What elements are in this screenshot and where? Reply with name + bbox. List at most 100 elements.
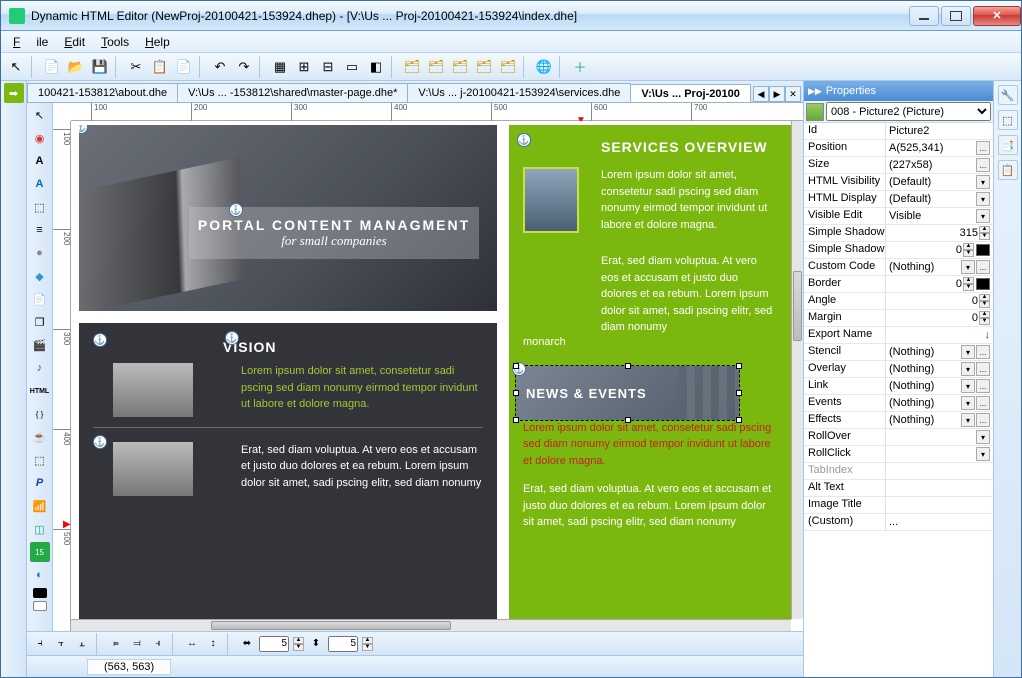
layer3-icon[interactable]: 🗂 [449,56,471,78]
ruler-vertical[interactable]: 100 200 300 400 500 ▶ [53,121,71,631]
property-row[interactable]: Custom Code(Nothing)▾... [804,259,993,276]
collapse-icon[interactable]: ▶▶ [808,86,822,97]
align-right-icon[interactable]: ⫠ [73,635,91,653]
tool-audio-icon[interactable]: ♪ [30,358,50,378]
property-value[interactable]: Visible▾ [886,208,993,224]
services-panel[interactable]: ⚓ SERVICES OVERVIEW Lorem ipsum dolor si… [509,125,791,619]
globe-icon[interactable]: 🌐 [533,56,555,78]
tool-contrast-icon[interactable]: ◐ [30,565,50,585]
property-row[interactable]: IdPicture2 [804,123,993,140]
menu-help[interactable]: Help [137,33,178,51]
spin-down-icon[interactable]: ▼ [362,644,373,651]
spin-up-icon[interactable]: ▲ [362,637,373,644]
spin-up-icon[interactable]: ▲ [293,637,304,644]
align-icon[interactable]: ▭ [341,56,363,78]
property-row[interactable]: Border0▲▼ [804,276,993,293]
layer1-icon[interactable]: 🗂 [401,56,423,78]
new-icon[interactable]: 📄 [41,56,63,78]
property-row[interactable]: Simple Shadow0▲▼ [804,242,993,259]
properties-header[interactable]: ▶▶ Properties [804,81,993,101]
property-value[interactable]: ... [886,514,993,530]
property-row[interactable]: PositionA(525,341)... [804,140,993,157]
align-center-icon[interactable]: ⫟ [52,635,70,653]
anchor-icon[interactable]: ⚓ [517,133,531,147]
property-value[interactable] [886,480,993,496]
property-value[interactable]: ▾ [886,446,993,462]
property-row[interactable]: Alt Text [804,480,993,497]
dropdown-icon[interactable]: ▾ [976,447,990,461]
space-h-icon[interactable]: ⬌ [238,635,256,653]
property-value[interactable]: (Nothing)▾... [886,395,993,411]
vertical-scrollbar[interactable] [791,121,803,619]
tool-text-icon[interactable]: A [30,151,50,171]
dropdown-icon[interactable]: ▾ [976,192,990,206]
anchor-icon[interactable]: ⚓ [79,125,88,134]
ellipsis-button[interactable]: ... [976,379,990,393]
tool-media-icon[interactable]: 🎬 [30,335,50,355]
distribute-v-icon[interactable]: ↕ [204,635,222,653]
menu-edit[interactable]: Edit [56,33,93,51]
menu-file[interactable]: File [5,33,56,51]
spinner-icon[interactable]: ▲▼ [963,277,974,291]
property-row[interactable]: Overlay(Nothing)▾... [804,361,993,378]
undo-icon[interactable]: ↶ [209,56,231,78]
property-row[interactable]: HTML Display(Default)▾ [804,191,993,208]
spinner-icon[interactable]: ▲▼ [979,294,990,308]
property-row[interactable]: RollOver▾ [804,429,993,446]
property-value[interactable] [886,463,993,479]
dropdown-icon[interactable]: ▾ [976,209,990,223]
property-row[interactable]: Simple Shadow315▲▼ [804,225,993,242]
plus-icon[interactable]: ＋ [569,56,591,78]
vision-thumbnail[interactable] [113,363,193,417]
space-v-icon[interactable]: ⬍ [307,635,325,653]
property-row[interactable]: Export Name↓ [804,327,993,344]
property-row[interactable]: Visible EditVisible▾ [804,208,993,225]
property-value[interactable]: (Nothing)▾... [886,378,993,394]
property-value[interactable]: 315▲▼ [886,225,993,241]
property-row[interactable]: Effects(Nothing)▾... [804,412,993,429]
ellipsis-button[interactable]: ... [976,158,990,172]
property-row[interactable]: Events(Nothing)▾... [804,395,993,412]
anchor-icon[interactable]: ⚓ [229,203,243,217]
align-left-icon[interactable]: ⫞ [31,635,49,653]
tab-close-icon[interactable]: ✕ [785,86,801,102]
tool-frame-icon[interactable]: ❐ [30,312,50,332]
property-value[interactable]: 0▲▼ [886,293,993,309]
property-row[interactable]: TabIndex [804,463,993,480]
rail-btn-4-icon[interactable]: 📋 [998,160,1018,180]
property-value[interactable]: 0▲▼ [886,242,993,258]
tab-master-page[interactable]: V:\Us ... -153812\shared\master-page.dhe… [177,83,408,102]
spinner-icon[interactable]: ▲▼ [963,243,974,257]
guides-icon[interactable]: ⊟ [317,56,339,78]
property-value[interactable]: (Nothing)▾... [886,259,993,275]
property-value[interactable]: ▾ [886,429,993,445]
dropdown-icon[interactable]: ▾ [961,379,975,393]
tool-ellipse-icon[interactable]: ● [30,243,50,263]
ellipsis-button[interactable]: ... [976,260,990,274]
property-value[interactable]: (Nothing)▾... [886,344,993,360]
rail-btn-3-icon[interactable]: 📑 [998,135,1018,155]
dropdown-icon[interactable]: ▾ [961,260,975,274]
tool-styled-text-icon[interactable]: A [30,174,50,194]
tool-shape-icon[interactable]: ⬚ [30,197,50,217]
minimize-button[interactable] [909,6,939,26]
horizontal-scrollbar[interactable] [71,619,791,631]
tool-page-icon[interactable]: 📄 [30,289,50,309]
tool-pointer-icon[interactable]: ↖ [30,105,50,125]
distribute-h-icon[interactable]: ↔ [183,635,201,653]
property-row[interactable]: Link(Nothing)▾... [804,378,993,395]
space-v-input[interactable] [328,636,358,652]
ellipsis-button[interactable]: ... [976,141,990,155]
design-canvas[interactable]: 100 200 300 400 500 600 700 ▼ 100 200 30… [53,103,803,631]
property-grid[interactable]: IdPicture2PositionA(525,341)...Size(227x… [804,123,993,677]
dropdown-icon[interactable]: ▾ [976,175,990,189]
rail-btn-1-icon[interactable]: 🔧 [998,85,1018,105]
menu-tools[interactable]: Tools [93,33,137,51]
tab-scroll-left-icon[interactable]: ◀ [753,86,769,102]
hero-image[interactable]: PORTAL CONTENT MANAGMENT for small compa… [79,125,497,311]
anchor-icon[interactable]: ⚓ [93,333,107,347]
ellipsis-button[interactable]: ... [976,413,990,427]
layer4-icon[interactable]: 🗂 [473,56,495,78]
save-icon[interactable]: 💾 [89,56,111,78]
property-value[interactable]: A(525,341)... [886,140,993,156]
